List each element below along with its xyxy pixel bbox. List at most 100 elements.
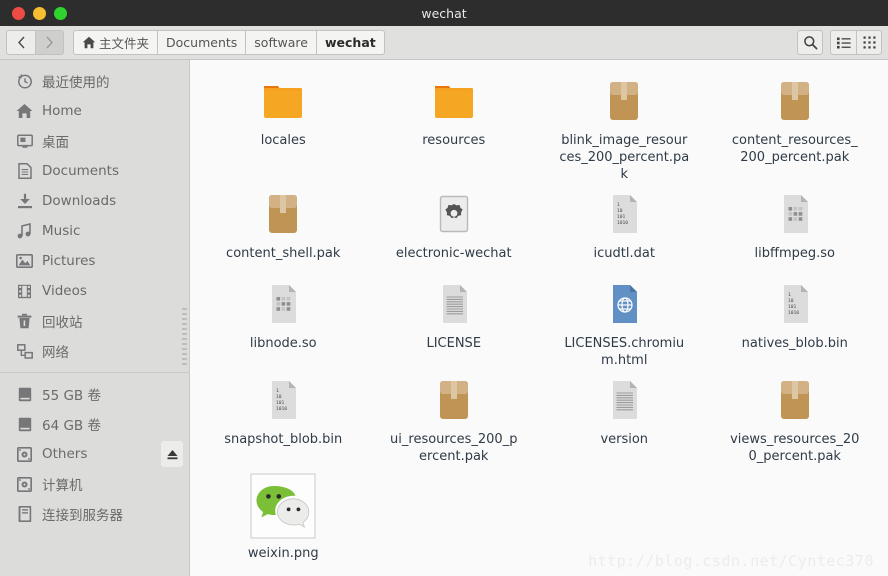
- svg-text:1: 1: [617, 202, 620, 208]
- clock-icon: [16, 73, 33, 90]
- maximize-button[interactable]: [54, 6, 67, 20]
- back-button[interactable]: [6, 30, 35, 55]
- executable-icon: [430, 191, 478, 239]
- svg-text:1010: 1010: [617, 220, 628, 226]
- window-controls: [0, 6, 67, 20]
- file-item-content-resources[interactable]: content_resources_200_percent.pak: [710, 70, 881, 183]
- disc-icon: [16, 476, 33, 493]
- sidebar-item-trash[interactable]: 回收站: [0, 306, 189, 336]
- sidebar-item-pictures[interactable]: Pictures: [0, 246, 189, 276]
- forward-button[interactable]: [35, 30, 64, 55]
- sidebar-item-videos[interactable]: Videos: [0, 276, 189, 306]
- toolbar-actions: [797, 30, 882, 55]
- file-item-icudtl-dat[interactable]: 1 10 101 1010 icudtl.dat: [539, 183, 710, 273]
- file-name: resources: [422, 133, 486, 148]
- list-view-button[interactable]: [830, 30, 856, 55]
- navigation-buttons: [6, 30, 64, 55]
- file-item-libffmpeg-so[interactable]: libffmpeg.so: [710, 183, 881, 273]
- file-list-area[interactable]: locales resources blink_image_resources_…: [190, 60, 888, 576]
- window-title: wechat: [421, 5, 467, 21]
- sidebar-item-label: 55 GB 卷: [42, 388, 101, 404]
- file-name: natives_blob.bin: [741, 336, 848, 351]
- breadcrumb-item-wechat[interactable]: wechat: [315, 30, 385, 55]
- file-item-natives-blob-bin[interactable]: 1 10 101 1010 natives_blob.bin: [710, 273, 881, 369]
- svg-text:101: 101: [788, 304, 797, 310]
- sidebar-item-documents[interactable]: Documents: [0, 156, 189, 186]
- sidebar-item-connect-to-server[interactable]: 连接到服务器: [0, 499, 189, 529]
- file-item-libnode-so[interactable]: libnode.so: [198, 273, 369, 369]
- sidebar-item-label: 64 GB 卷: [42, 418, 101, 434]
- file-item-electronic-wechat[interactable]: electronic-wechat: [369, 183, 540, 273]
- library-file-icon: [771, 191, 819, 239]
- sidebar-item-volume-55gb[interactable]: 55 GB 卷: [0, 379, 189, 409]
- file-name: version: [600, 432, 649, 447]
- download-icon: [16, 193, 33, 210]
- eject-button[interactable]: [161, 441, 183, 467]
- sidebar-resize-handle[interactable]: [182, 308, 187, 366]
- file-item-license[interactable]: LICENSE: [369, 273, 540, 369]
- breadcrumb-item-software[interactable]: software: [245, 30, 316, 55]
- sidebar-item-recent[interactable]: 最近使用的: [0, 66, 189, 96]
- window-body: 最近使用的 Home 桌面 Documents Downloads Music …: [0, 60, 888, 576]
- sidebar-item-volume-64gb[interactable]: 64 GB 卷: [0, 409, 189, 439]
- file-name: blink_image_resources_200_percent.pak: [559, 133, 690, 182]
- file-item-ui-resources[interactable]: ui_resources_200_percent.pak: [369, 369, 540, 465]
- close-button[interactable]: [12, 6, 25, 20]
- sidebar-item-label: Home: [42, 103, 82, 119]
- file-grid: locales resources blink_image_resources_…: [190, 60, 888, 562]
- svg-text:1010: 1010: [788, 310, 799, 316]
- file-name: LICENSE: [426, 336, 482, 351]
- sidebar-item-desktop[interactable]: 桌面: [0, 126, 189, 156]
- file-item-version[interactable]: version: [539, 369, 710, 465]
- sidebar-item-music[interactable]: Music: [0, 216, 189, 246]
- svg-text:10: 10: [276, 394, 282, 400]
- file-item-resources[interactable]: resources: [369, 70, 540, 183]
- file-item-weixin-png[interactable]: weixin.png: [198, 465, 369, 562]
- picture-icon: [16, 253, 33, 270]
- binary-file-icon: 1 10 101 1010: [600, 191, 648, 239]
- file-item-content-shell[interactable]: content_shell.pak: [198, 183, 369, 273]
- package-icon: [771, 377, 819, 425]
- home-icon: [82, 36, 96, 49]
- desktop-icon: [16, 133, 33, 150]
- sidebar-item-others[interactable]: Others: [0, 439, 189, 469]
- sidebar-item-downloads[interactable]: Downloads: [0, 186, 189, 216]
- breadcrumb-item-documents[interactable]: Documents: [157, 30, 246, 55]
- breadcrumb-item-home[interactable]: 主文件夹: [73, 30, 158, 55]
- file-name: locales: [260, 133, 306, 148]
- wechat-image-icon: [250, 473, 316, 539]
- file-name: icudtl.dat: [593, 246, 655, 261]
- sidebar-item-label: Downloads: [42, 193, 117, 209]
- file-item-blink-image-resources[interactable]: blink_image_resources_200_percent.pak: [539, 70, 710, 183]
- sidebar-item-network[interactable]: 网络: [0, 336, 189, 366]
- text-file-icon: [600, 377, 648, 425]
- file-name: weixin.png: [247, 546, 319, 561]
- file-item-views-resources[interactable]: views_resources_200_percent.pak: [710, 369, 881, 465]
- drive-icon: [16, 386, 33, 403]
- sidebar-item-computer[interactable]: 计算机: [0, 469, 189, 499]
- toolbar: 主文件夹 Documents software wechat: [0, 26, 888, 60]
- folder-icon: [259, 78, 307, 126]
- file-name: views_resources_200_percent.pak: [730, 432, 860, 464]
- text-file-icon: [430, 281, 478, 329]
- sidebar-item-label: 桌面: [42, 135, 69, 151]
- search-button[interactable]: [797, 30, 823, 55]
- sidebar-item-label: Pictures: [42, 253, 96, 269]
- drive-icon: [16, 416, 33, 433]
- chevron-right-icon: [46, 36, 53, 49]
- binary-file-icon: 1 10 101 1010: [771, 281, 819, 329]
- grid-view-button[interactable]: [856, 30, 882, 55]
- sidebar-item-label: Music: [42, 223, 81, 239]
- package-icon: [600, 78, 648, 126]
- binary-file-icon: 1 10 101 1010: [259, 377, 307, 425]
- svg-text:1: 1: [276, 388, 279, 394]
- sidebar-item-home[interactable]: Home: [0, 96, 189, 126]
- file-item-snapshot-blob-bin[interactable]: 1 10 101 1010 snapshot_blob.bin: [198, 369, 369, 465]
- grid-view-icon: [863, 36, 875, 49]
- file-item-locales[interactable]: locales: [198, 70, 369, 183]
- view-mode-group: [830, 30, 882, 55]
- minimize-button[interactable]: [33, 6, 46, 20]
- sidebar-item-label: 计算机: [42, 478, 83, 494]
- file-item-licenses-chromium-html[interactable]: LICENSES.chromium.html: [539, 273, 710, 369]
- disc-icon: [16, 446, 33, 463]
